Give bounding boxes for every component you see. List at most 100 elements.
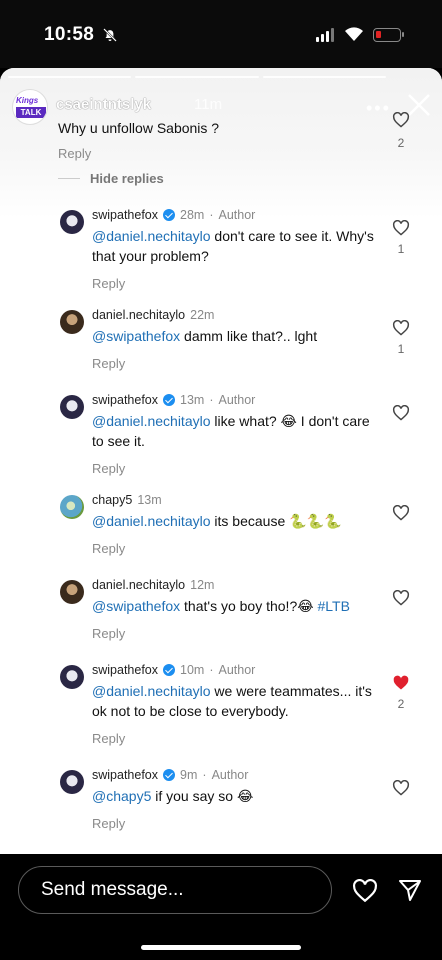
like-count: 2 <box>397 136 405 150</box>
mention-link[interactable]: @daniel.nechitaylo <box>92 228 211 244</box>
comment-time: 12m <box>190 578 215 592</box>
avatar[interactable] <box>60 395 84 419</box>
more-options-icon[interactable]: ••• <box>366 98 391 119</box>
comment-meta: swipathefox 13m · Author <box>92 393 382 407</box>
verified-badge-icon <box>163 769 176 781</box>
avatar[interactable] <box>60 665 84 689</box>
heart-filled-icon[interactable] <box>392 675 410 691</box>
heart-icon[interactable] <box>392 112 410 128</box>
send-icon[interactable] <box>398 878 422 902</box>
hide-replies-toggle[interactable]: Hide replies <box>58 171 164 186</box>
bottom-bar: Send message... <box>0 854 442 960</box>
mention-link[interactable]: @daniel.nechitaylo <box>92 413 211 429</box>
heart-icon[interactable] <box>352 879 378 903</box>
wifi-icon <box>345 27 363 41</box>
heart-icon[interactable] <box>392 405 410 421</box>
comment-username[interactable]: daniel.nechitaylo <box>92 308 185 322</box>
send-message-input[interactable]: Send message... <box>18 866 332 914</box>
comments-sheet: Kings TALK csaeintntslyk 11m ••• Why u u… <box>0 68 442 854</box>
comment-body: that's yo boy tho!?😂 <box>180 598 318 614</box>
comment-text: Why u unfollow Sabonis ? <box>58 120 220 136</box>
bell-muted-icon <box>103 28 117 42</box>
story-age: 11m <box>194 96 223 113</box>
comment-username[interactable]: daniel.nechitaylo <box>92 578 185 592</box>
like-count: 1 <box>397 342 405 356</box>
comment-username[interactable]: swipathefox <box>92 208 158 222</box>
mention-link[interactable]: @chapy5 <box>92 788 151 804</box>
reply-comment: daniel.nechitaylo 12m @swipathefox that's … <box>92 578 382 641</box>
home-indicator <box>141 945 301 950</box>
comment-meta: daniel.nechitaylo 22m <box>92 308 382 322</box>
comment-text: @daniel.nechitaylo like what? 😂 I don't … <box>92 411 382 451</box>
reply-button[interactable]: Reply <box>92 816 382 831</box>
comment-time: 13m <box>137 493 162 507</box>
story-progress <box>8 76 386 78</box>
reply-comment: swipathefox 10m · Author @daniel.nechitaylo … <box>92 663 382 746</box>
verified-badge-icon <box>163 209 176 221</box>
battery-icon <box>373 28 404 42</box>
reply-comment: daniel.nechitaylo 22m @swipathefox damm li… <box>92 308 382 371</box>
comment-text: @chapy5 if you say so 😂 <box>92 786 382 806</box>
separator-dot: · <box>209 663 214 677</box>
reply-button[interactable]: Reply <box>92 356 382 371</box>
reply-button[interactable]: Reply <box>92 626 382 641</box>
heart-icon[interactable] <box>392 220 410 236</box>
signal-icon <box>316 28 334 42</box>
verified-badge-icon <box>163 394 176 406</box>
reply-button[interactable]: Reply <box>58 146 442 161</box>
avatar[interactable] <box>60 580 84 604</box>
avatar[interactable] <box>60 770 84 794</box>
comment-meta: swipathefox 28m · Author <box>92 208 382 222</box>
avatar[interactable] <box>60 310 84 334</box>
story-username[interactable]: csaeintntslyk <box>56 96 151 113</box>
kings-talk-logo[interactable]: Kings TALK <box>12 89 48 125</box>
reply-button[interactable]: Reply <box>92 461 382 476</box>
comment-meta: swipathefox 10m · Author <box>92 663 382 677</box>
status-bar: 10:58 <box>0 0 442 68</box>
separator-dot: · <box>209 208 214 222</box>
comment-username[interactable]: chapy5 <box>92 493 132 507</box>
comment-body: its because 🐍🐍🐍 <box>210 513 342 529</box>
mention-link[interactable]: @daniel.nechitaylo <box>92 683 211 699</box>
comment-username[interactable]: swipathefox <box>92 663 158 677</box>
heart-icon[interactable] <box>392 320 410 336</box>
mention-link[interactable]: @swipathefox <box>92 598 180 614</box>
separator-dot: · <box>209 393 214 407</box>
comment-meta: daniel.nechitaylo 12m <box>92 578 382 592</box>
reply-button[interactable]: Reply <box>92 541 382 556</box>
comment-meta: chapy5 13m <box>92 493 382 507</box>
clock: 10:58 <box>44 24 95 45</box>
comment-text: @daniel.nechitaylo don't care to see it.… <box>92 226 382 266</box>
comment-time: 9m <box>180 768 198 782</box>
like-count: 2 <box>397 697 405 711</box>
avatar[interactable] <box>60 210 84 234</box>
heart-icon[interactable] <box>392 780 410 796</box>
avatar[interactable] <box>60 495 84 519</box>
author-label: Author <box>218 208 256 222</box>
mention-link[interactable]: @swipathefox <box>92 328 180 344</box>
comment-username[interactable]: swipathefox <box>92 768 158 782</box>
reply-comment: swipathefox 9m · Author @chapy5 if you say s… <box>92 768 382 831</box>
heart-icon[interactable] <box>392 505 410 521</box>
reply-comment: chapy5 13m @daniel.nechitaylo its because … <box>92 493 382 556</box>
heart-icon[interactable] <box>392 590 410 606</box>
comment-text: @swipathefox that's yo boy tho!?😂 #LTB <box>92 596 382 616</box>
comment-body: if you say so 😂 <box>151 788 254 804</box>
comment-time: 13m <box>180 393 205 407</box>
parent-comment: Why u unfollow Sabonis ? Reply <box>58 118 442 161</box>
verified-badge-icon <box>163 664 176 676</box>
reply-comment: swipathefox 13m · Author @daniel.nechitaylo … <box>92 393 382 476</box>
reply-comment: swipathefox 28m · Author @daniel.nechitaylo … <box>92 208 382 291</box>
comment-time: 22m <box>190 308 215 322</box>
author-label: Author <box>211 768 249 782</box>
reply-button[interactable]: Reply <box>92 276 382 291</box>
comment-username[interactable]: swipathefox <box>92 393 158 407</box>
author-label: Author <box>218 393 256 407</box>
author-label: Author <box>218 663 256 677</box>
comment-text: @swipathefox damm like that?.. lght <box>92 326 382 346</box>
reply-button[interactable]: Reply <box>92 731 382 746</box>
hashtag-link[interactable]: #LTB <box>317 598 349 614</box>
comment-body: damm like that?.. lght <box>180 328 318 344</box>
divider <box>58 178 80 179</box>
mention-link[interactable]: @daniel.nechitaylo <box>92 513 211 529</box>
